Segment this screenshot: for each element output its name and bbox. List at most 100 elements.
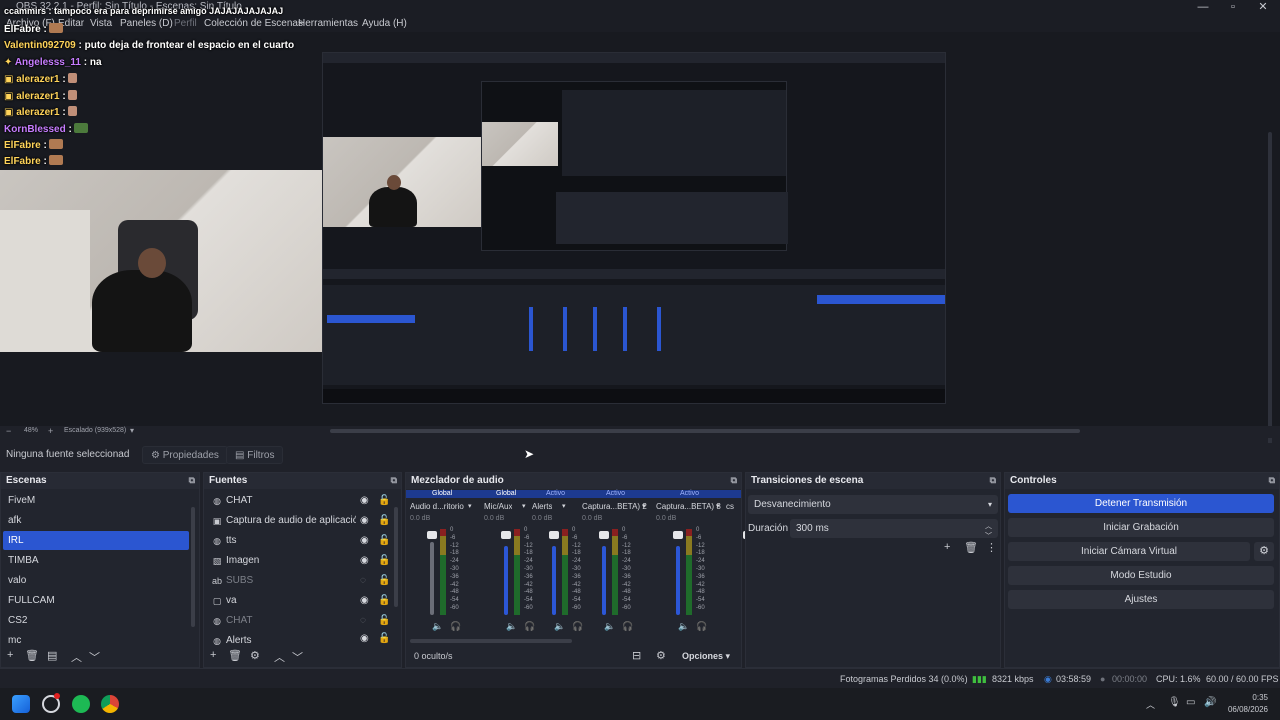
channel-name[interactable]: Captura...BETA) 3 — [656, 502, 721, 511]
menu-paneles[interactable]: Paneles (D) — [120, 18, 173, 29]
headphones-icon[interactable]: 🎧 — [622, 621, 633, 632]
remove-source-icon[interactable]: 🗑 — [228, 649, 242, 662]
channel-name[interactable]: Audio d...ritorio — [410, 502, 464, 511]
scene-filters-icon[interactable]: ▤ — [47, 649, 57, 662]
clock-time[interactable]: 0:35 — [1226, 693, 1268, 702]
eye-icon[interactable]: ◉ — [360, 515, 369, 526]
menu-ayuda[interactable]: Ayuda (H) — [362, 18, 407, 29]
maximize-icon[interactable]: ▫ — [1216, 0, 1250, 16]
eye-icon[interactable]: ◉ — [360, 535, 369, 546]
lock-icon[interactable]: 🔓 — [378, 535, 390, 546]
source-item[interactable]: ▣Captura de audio de aplicación (E — [206, 511, 356, 530]
menu-herramientas[interactable]: Herramientas — [298, 18, 358, 29]
channel-name[interactable]: Alerts — [532, 502, 552, 511]
headphones-icon[interactable]: 🎧 — [524, 621, 535, 632]
speaker-icon[interactable]: 🔈 — [604, 621, 615, 632]
tray-chevron-icon[interactable]: ︿ — [1146, 698, 1155, 711]
source-item[interactable]: ▢ va — [206, 591, 386, 610]
volume-fader[interactable] — [430, 541, 434, 615]
eye-icon[interactable]: ◉ — [360, 633, 369, 644]
eye-icon[interactable]: ◉ — [360, 595, 369, 606]
source-item[interactable]: ◍ tts — [206, 531, 386, 550]
fader-handle[interactable] — [501, 531, 511, 539]
add-source-icon[interactable]: + — [210, 649, 216, 661]
scene-item[interactable]: afk — [3, 511, 189, 530]
remove-transition-icon[interactable]: 🗑 — [964, 541, 978, 554]
chevron-down-icon[interactable]: ▾ — [522, 502, 526, 510]
sources-scrollbar[interactable] — [394, 507, 398, 607]
stop-stream-button[interactable]: Detener Transmisión — [1008, 494, 1274, 513]
muted-speaker-icon[interactable]: 🔈 — [432, 621, 443, 632]
fader-handle[interactable] — [673, 531, 683, 539]
mixer-tab[interactable]: Activo — [546, 490, 565, 497]
move-down-icon[interactable]: ﹀ — [89, 649, 100, 665]
source-properties-icon[interactable]: ⚙ — [250, 649, 260, 662]
add-scene-icon[interactable]: + — [7, 649, 13, 661]
undock-icon[interactable]: ⧉ — [731, 475, 737, 486]
chevron-down-icon[interactable]: ▾ — [468, 502, 472, 510]
channel-name[interactable]: Captura...BETA) 2 — [582, 502, 647, 511]
channel-name[interactable]: cs — [726, 502, 734, 511]
speaker-icon[interactable]: 🔈 — [506, 621, 517, 632]
spotify-icon[interactable] — [72, 695, 90, 713]
chevron-down-icon[interactable]: ▾ — [716, 502, 720, 510]
move-up-icon[interactable]: ︿ — [71, 649, 82, 665]
scene-item[interactable]: valo — [3, 571, 189, 590]
scene-item[interactable]: mc — [3, 631, 189, 645]
scale-dropdown-icon[interactable]: ▾ — [130, 426, 134, 435]
move-down-icon[interactable]: ﹀ — [292, 649, 303, 665]
chevron-down-icon[interactable]: ▾ — [562, 502, 566, 510]
studio-mode-button[interactable]: Modo Estudio — [1008, 566, 1274, 585]
headphones-icon[interactable]: 🎧 — [450, 621, 461, 632]
lock-icon[interactable]: 🔓 — [378, 633, 390, 644]
chevron-down-icon[interactable]: ▾ — [642, 502, 646, 510]
scene-item[interactable]: FiveM — [3, 491, 189, 510]
fader-handle[interactable] — [427, 531, 437, 539]
mixer-tab[interactable]: Global — [432, 490, 452, 497]
lock-icon[interactable]: 🔓 — [378, 615, 390, 626]
advanced-audio-icon[interactable]: ⚙ — [656, 649, 666, 662]
fader-handle[interactable] — [599, 531, 609, 539]
remove-scene-icon[interactable]: 🗑 — [25, 649, 39, 662]
lock-icon[interactable]: 🔓 — [378, 515, 390, 526]
source-item-hidden[interactable]: ◍ CHAT — [206, 611, 386, 630]
undock-icon[interactable]: ⧉ — [1269, 475, 1275, 486]
eye-hidden-icon[interactable]: ◌ — [360, 615, 366, 626]
network-icon[interactable]: ▭ — [1186, 697, 1195, 708]
start-recording-button[interactable]: Iniciar Grabación — [1008, 518, 1274, 537]
add-transition-icon[interactable]: + — [944, 541, 950, 553]
volume-fader[interactable] — [504, 546, 508, 615]
menu-coleccion-escenas[interactable]: Colección de Escenas — [204, 18, 303, 29]
lock-icon[interactable]: 🔓 — [378, 575, 390, 586]
preview-horizontal-scrollbar[interactable] — [330, 429, 1080, 433]
minimize-icon[interactable]: — — [1186, 0, 1220, 16]
microphone-icon[interactable]: 🎙 — [1168, 697, 1181, 708]
windows-start-icon[interactable] — [12, 695, 30, 713]
layout-icon[interactable]: ⊟ — [632, 649, 641, 662]
lock-icon[interactable]: 🔓 — [378, 555, 390, 566]
scenes-scrollbar[interactable] — [191, 507, 195, 627]
headphones-icon[interactable]: 🎧 — [696, 621, 707, 632]
lock-icon[interactable]: 🔓 — [378, 595, 390, 606]
source-item[interactable]: ◍ CHAT — [206, 491, 386, 510]
eye-icon[interactable]: ◉ — [360, 555, 369, 566]
mixer-options-button[interactable]: Opciones ▾ — [682, 651, 730, 662]
volume-icon[interactable]: 🔊 — [1204, 697, 1216, 708]
channel-name[interactable]: Mic/Aux — [484, 502, 512, 511]
mixer-tab[interactable]: Global — [496, 490, 516, 497]
volume-fader[interactable] — [676, 546, 680, 615]
zoom-in-icon[interactable]: + — [48, 426, 53, 436]
transition-menu-icon[interactable]: ⋮ — [986, 541, 997, 554]
properties-button[interactable]: ⚙ Propiedades — [142, 446, 228, 464]
source-item-hidden[interactable]: ab SUBS — [206, 571, 386, 590]
mixer-scrollbar[interactable] — [410, 639, 572, 643]
menu-vista[interactable]: Vista — [90, 18, 112, 29]
undock-icon[interactable]: ⧉ — [391, 475, 397, 486]
preview-vertical-scrollbar[interactable] — [1268, 132, 1272, 452]
mixer-tab[interactable]: Activo — [680, 490, 699, 497]
menu-perfil[interactable]: Perfil — [174, 18, 197, 29]
move-up-icon[interactable]: ︿ — [274, 649, 285, 665]
settings-button[interactable]: Ajustes — [1008, 590, 1274, 609]
source-item[interactable]: ◍ Alerts — [206, 631, 386, 645]
volume-fader[interactable] — [602, 546, 606, 615]
